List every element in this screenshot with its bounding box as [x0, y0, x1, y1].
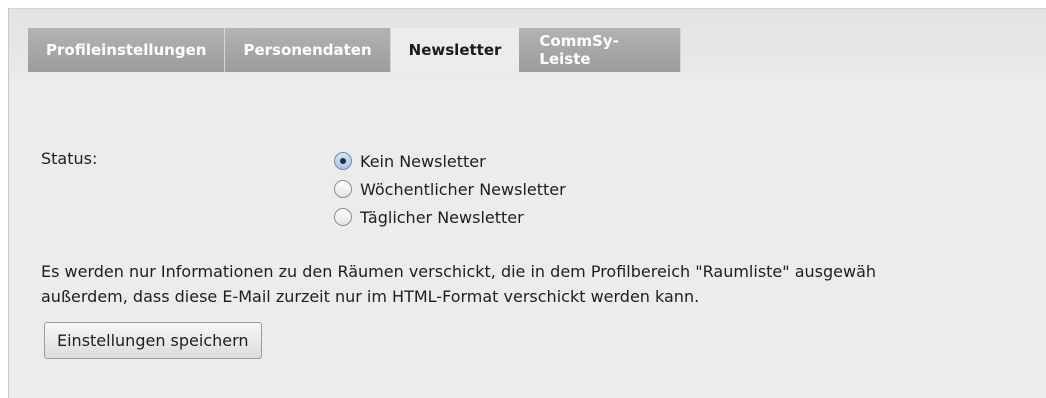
radio-taeglicher-newsletter[interactable]: Täglicher Newsletter	[334, 203, 566, 231]
info-text-line-2: außerdem, dass diese E-Mail zurzeit nur …	[41, 287, 700, 306]
tab-profileinstellungen[interactable]: Profileinstellungen	[28, 28, 226, 72]
radio-button-selected-icon[interactable]	[334, 152, 352, 170]
tabs: Profileinstellungen Personendaten Newsle…	[28, 28, 682, 72]
radio-woechentlicher-newsletter[interactable]: Wöchentlicher Newsletter	[334, 175, 566, 203]
radio-label: Täglicher Newsletter	[360, 207, 524, 227]
tab-commsy-leiste[interactable]: CommSy-Leiste	[519, 28, 682, 72]
tab-bar: Profileinstellungen Personendaten Newsle…	[9, 9, 1046, 73]
tab-newsletter[interactable]: Newsletter	[390, 28, 520, 72]
status-label: Status:	[41, 149, 98, 168]
radio-kein-newsletter[interactable]: Kein Newsletter	[334, 147, 566, 175]
radio-label: Wöchentlicher Newsletter	[360, 179, 566, 199]
radio-label: Kein Newsletter	[360, 151, 486, 171]
radio-button-icon[interactable]	[334, 208, 352, 226]
info-text: Es werden nur Informationen zu den Räume…	[41, 259, 1046, 309]
save-settings-button[interactable]: Einstellungen speichern	[44, 322, 262, 359]
settings-panel: Profileinstellungen Personendaten Newsle…	[8, 8, 1046, 398]
radio-button-icon[interactable]	[334, 180, 352, 198]
info-text-line-1: Es werden nur Informationen zu den Räume…	[41, 262, 877, 281]
tab-personendaten[interactable]: Personendaten	[225, 28, 391, 72]
newsletter-radio-group: Kein Newsletter Wöchentlicher Newsletter…	[334, 147, 566, 231]
